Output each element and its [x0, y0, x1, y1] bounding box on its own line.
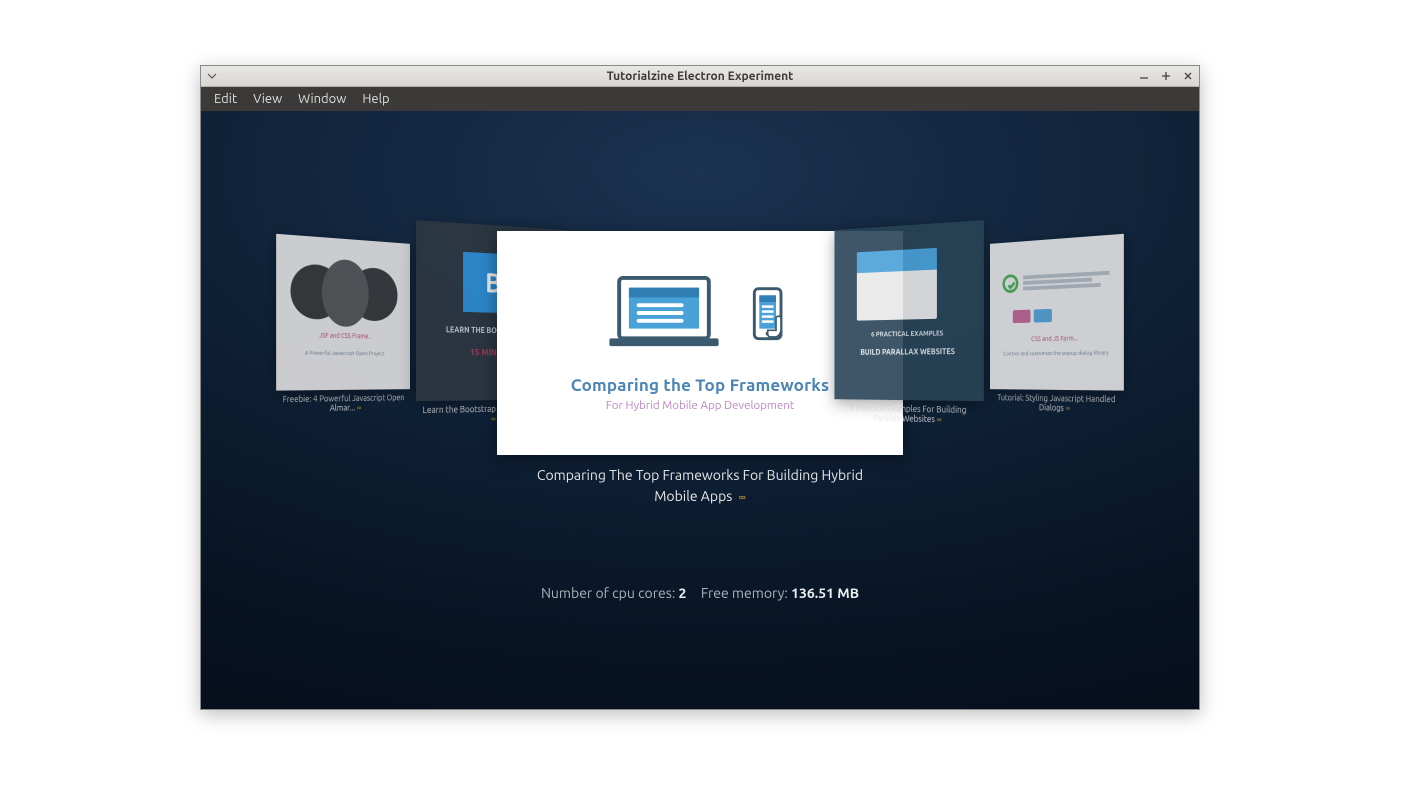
slide-caption: Freebie: 4 Powerful Javascript Open Alma…: [283, 393, 405, 413]
menu-view[interactable]: View: [246, 90, 289, 108]
free-memory-label: Free memory:: [701, 585, 788, 601]
carousel-slide-right-2[interactable]: CSS and JS Farm... Control and customize…: [990, 234, 1124, 414]
link-icon: ∞: [357, 403, 361, 412]
menu-help[interactable]: Help: [355, 90, 396, 108]
menu-window[interactable]: Window: [291, 90, 353, 108]
free-memory-value: 136.51 MB: [791, 585, 859, 601]
app-window: Tutorialzine Electron Experiment Edit Vi…: [200, 65, 1200, 710]
laptop-icon: [605, 274, 723, 352]
cpu-cores-label: Number of cpu cores:: [541, 585, 675, 601]
minimize-button[interactable]: [1133, 66, 1155, 86]
slide-caption: 6 Practical Examples For Building Parall…: [850, 403, 967, 424]
phone-icon: [751, 284, 791, 350]
slide-caption: Comparing The Top Frameworks For Buildin…: [537, 467, 863, 504]
maximize-button[interactable]: [1155, 66, 1177, 86]
center-card-subtitle: For Hybrid Mobile App Development: [606, 399, 795, 412]
link-icon[interactable]: ∞: [739, 491, 746, 504]
menu-bar: Edit View Window Help: [201, 87, 1199, 111]
link-icon: ∞: [1066, 403, 1070, 413]
center-illustration: [605, 274, 795, 354]
link-icon: ∞: [491, 414, 496, 424]
close-button[interactable]: [1177, 66, 1199, 86]
center-card-title: Comparing the Top Frameworks: [571, 376, 830, 395]
slide-caption: Tutorial: Styling Javascript Handled Dia…: [997, 393, 1115, 413]
window-menu-button[interactable]: [201, 73, 223, 79]
carousel-slide-right-1[interactable]: 6 PRACTICAL EXAMPLES BUILD PARALLAX WEBS…: [834, 220, 983, 425]
menu-edit[interactable]: Edit: [207, 90, 244, 108]
carousel-slide-left-2[interactable]: JSF and CSS Frame.. A Powerful Javascrip…: [276, 234, 410, 414]
window-title: Tutorialzine Electron Experiment: [201, 70, 1199, 83]
system-stats: Number of cpu cores: 2 Free memory: 136.…: [201, 585, 1199, 601]
content-area: JSF and CSS Frame.. A Powerful Javascrip…: [201, 111, 1199, 709]
title-bar[interactable]: Tutorialzine Electron Experiment: [201, 66, 1199, 87]
link-icon: ∞: [937, 414, 942, 424]
carousel[interactable]: JSF and CSS Frame.. A Powerful Javascrip…: [201, 231, 1199, 511]
cpu-cores-value: 2: [679, 585, 687, 601]
